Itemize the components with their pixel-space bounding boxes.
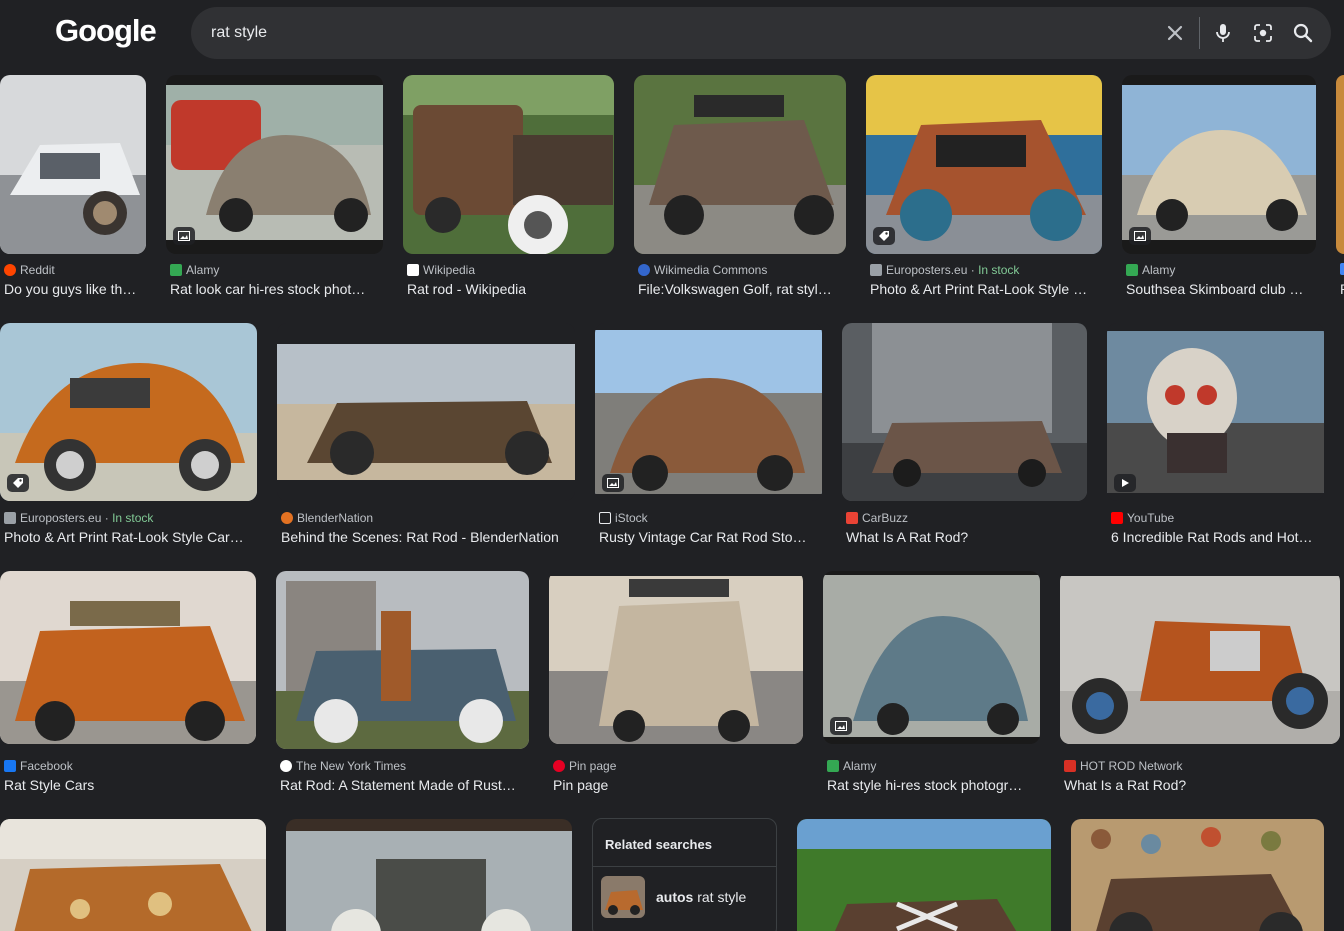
nytimes-icon [280, 760, 292, 772]
result-title[interactable]: Photo & Art Print Rat-Look Style Car… [4, 529, 256, 545]
result-title[interactable]: Rusty Vintage Car Rat Rod Sto… [599, 529, 821, 545]
result-title[interactable]: Pin page [553, 777, 803, 793]
header: Google [0, 0, 1344, 66]
result-image[interactable] [0, 323, 257, 501]
google-logo[interactable]: Google [55, 13, 157, 49]
europosters-icon [4, 512, 16, 524]
hotrod-icon [1064, 760, 1076, 772]
result-title[interactable]: Rat Rod: A Statement Made of Rust… [280, 777, 528, 793]
result-image[interactable] [842, 323, 1087, 501]
result-source[interactable]: Alamy [1126, 263, 1175, 277]
result-image[interactable] [549, 571, 803, 744]
result-image[interactable] [0, 819, 266, 931]
related-search-thumbnail [601, 876, 645, 918]
wikipedia-icon [407, 264, 419, 276]
microphone-icon[interactable] [1211, 21, 1235, 45]
result-title[interactable]: Rat look car hi-res stock phot… [170, 281, 382, 297]
result-title[interactable]: Rat rod - Wikipedia [407, 281, 612, 297]
result-title[interactable]: Rat Style Cars [4, 777, 255, 793]
related-search-query: rat style [693, 889, 747, 905]
pinterest-icon [553, 760, 565, 772]
result-source[interactable]: YouTube [1111, 511, 1174, 525]
result-image[interactable] [0, 75, 146, 254]
image-badge-icon [173, 227, 195, 245]
related-search-item[interactable]: autos rat style [593, 867, 776, 927]
carbuzz-icon [846, 512, 858, 524]
clear-icon[interactable] [1163, 21, 1187, 45]
wikimedia-icon [638, 264, 650, 276]
result-source[interactable]: The New York Times [280, 759, 406, 773]
result-image[interactable] [823, 571, 1040, 744]
alamy-icon [170, 264, 182, 276]
result-title[interactable]: Photo & Art Print Rat-Look Style … [870, 281, 1100, 297]
youtube-icon [1111, 512, 1123, 524]
result-source[interactable]: Facebook [4, 759, 73, 773]
result-source[interactable]: Europosters.eu · In stock [4, 511, 153, 525]
result-image[interactable] [0, 571, 256, 744]
result-source[interactable]: Alamy [827, 759, 876, 773]
result-source[interactable] [1340, 263, 1344, 275]
search-divider [1199, 17, 1200, 49]
result-source[interactable]: Wikimedia Commons [638, 263, 767, 277]
result-source[interactable]: Pin page [553, 759, 616, 773]
image-badge-icon [1129, 227, 1151, 245]
result-title[interactable]: What Is A Rat Rod? [846, 529, 1086, 545]
lens-camera-icon[interactable] [1251, 21, 1275, 45]
result-image[interactable] [1336, 75, 1344, 254]
related-search-keyword: autos [656, 889, 694, 905]
search-input[interactable] [211, 7, 1111, 59]
blendernation-icon [281, 512, 293, 524]
result-source[interactable]: Europosters.eu · In stock [870, 263, 1019, 277]
result-image[interactable] [1107, 323, 1324, 501]
result-title[interactable]: 6 Incredible Rat Rods and Hot… [1111, 529, 1323, 545]
result-source[interactable]: HOT ROD Network [1064, 759, 1182, 773]
result-source[interactable]: Alamy [170, 263, 219, 277]
result-image[interactable] [797, 819, 1051, 931]
result-source[interactable]: Wikipedia [407, 263, 475, 277]
result-image[interactable] [595, 323, 822, 501]
image-badge-icon [602, 474, 624, 492]
alamy-icon [1126, 264, 1138, 276]
related-searches-heading: Related searches [605, 837, 712, 852]
stock-status: In stock [112, 511, 154, 525]
result-title[interactable]: Rat style hi-res stock photogr… [827, 777, 1039, 793]
result-image[interactable] [1060, 571, 1340, 744]
result-image[interactable] [866, 75, 1102, 254]
result-image[interactable] [166, 75, 383, 254]
result-title[interactable]: Behind the Scenes: Rat Rod - BlenderNati… [281, 529, 575, 545]
result-image[interactable] [1122, 75, 1316, 254]
tag-icon [7, 474, 29, 492]
search-icon[interactable] [1291, 21, 1315, 45]
search-box[interactable] [191, 7, 1331, 59]
source-icon [1340, 263, 1344, 275]
istock-icon [599, 512, 611, 524]
result-image[interactable] [276, 571, 529, 749]
result-source[interactable]: CarBuzz [846, 511, 908, 525]
tag-icon [873, 227, 895, 245]
europosters-icon [870, 264, 882, 276]
result-image[interactable] [403, 75, 614, 254]
result-image[interactable] [277, 323, 575, 501]
result-title[interactable]: Do you guys like th… [4, 281, 144, 297]
stock-status: In stock [978, 263, 1020, 277]
reddit-icon [4, 264, 16, 276]
result-source[interactable]: iStock [599, 511, 648, 525]
result-title[interactable]: R [1340, 281, 1344, 297]
result-source[interactable]: Reddit [4, 263, 55, 277]
result-title[interactable]: Southsea Skimboard club … [1126, 281, 1314, 297]
alamy-icon [827, 760, 839, 772]
related-searches-panel: Related searches autos rat style [592, 818, 777, 931]
play-icon [1114, 474, 1136, 492]
result-source[interactable]: BlenderNation [281, 511, 373, 525]
result-title[interactable]: What Is a Rat Rod? [1064, 777, 1339, 793]
result-image[interactable] [634, 75, 846, 254]
result-image[interactable] [286, 819, 572, 931]
image-badge-icon [830, 717, 852, 735]
result-image[interactable] [1071, 819, 1324, 931]
facebook-icon [4, 760, 16, 772]
result-title[interactable]: File:Volkswagen Golf, rat styl… [638, 281, 844, 297]
